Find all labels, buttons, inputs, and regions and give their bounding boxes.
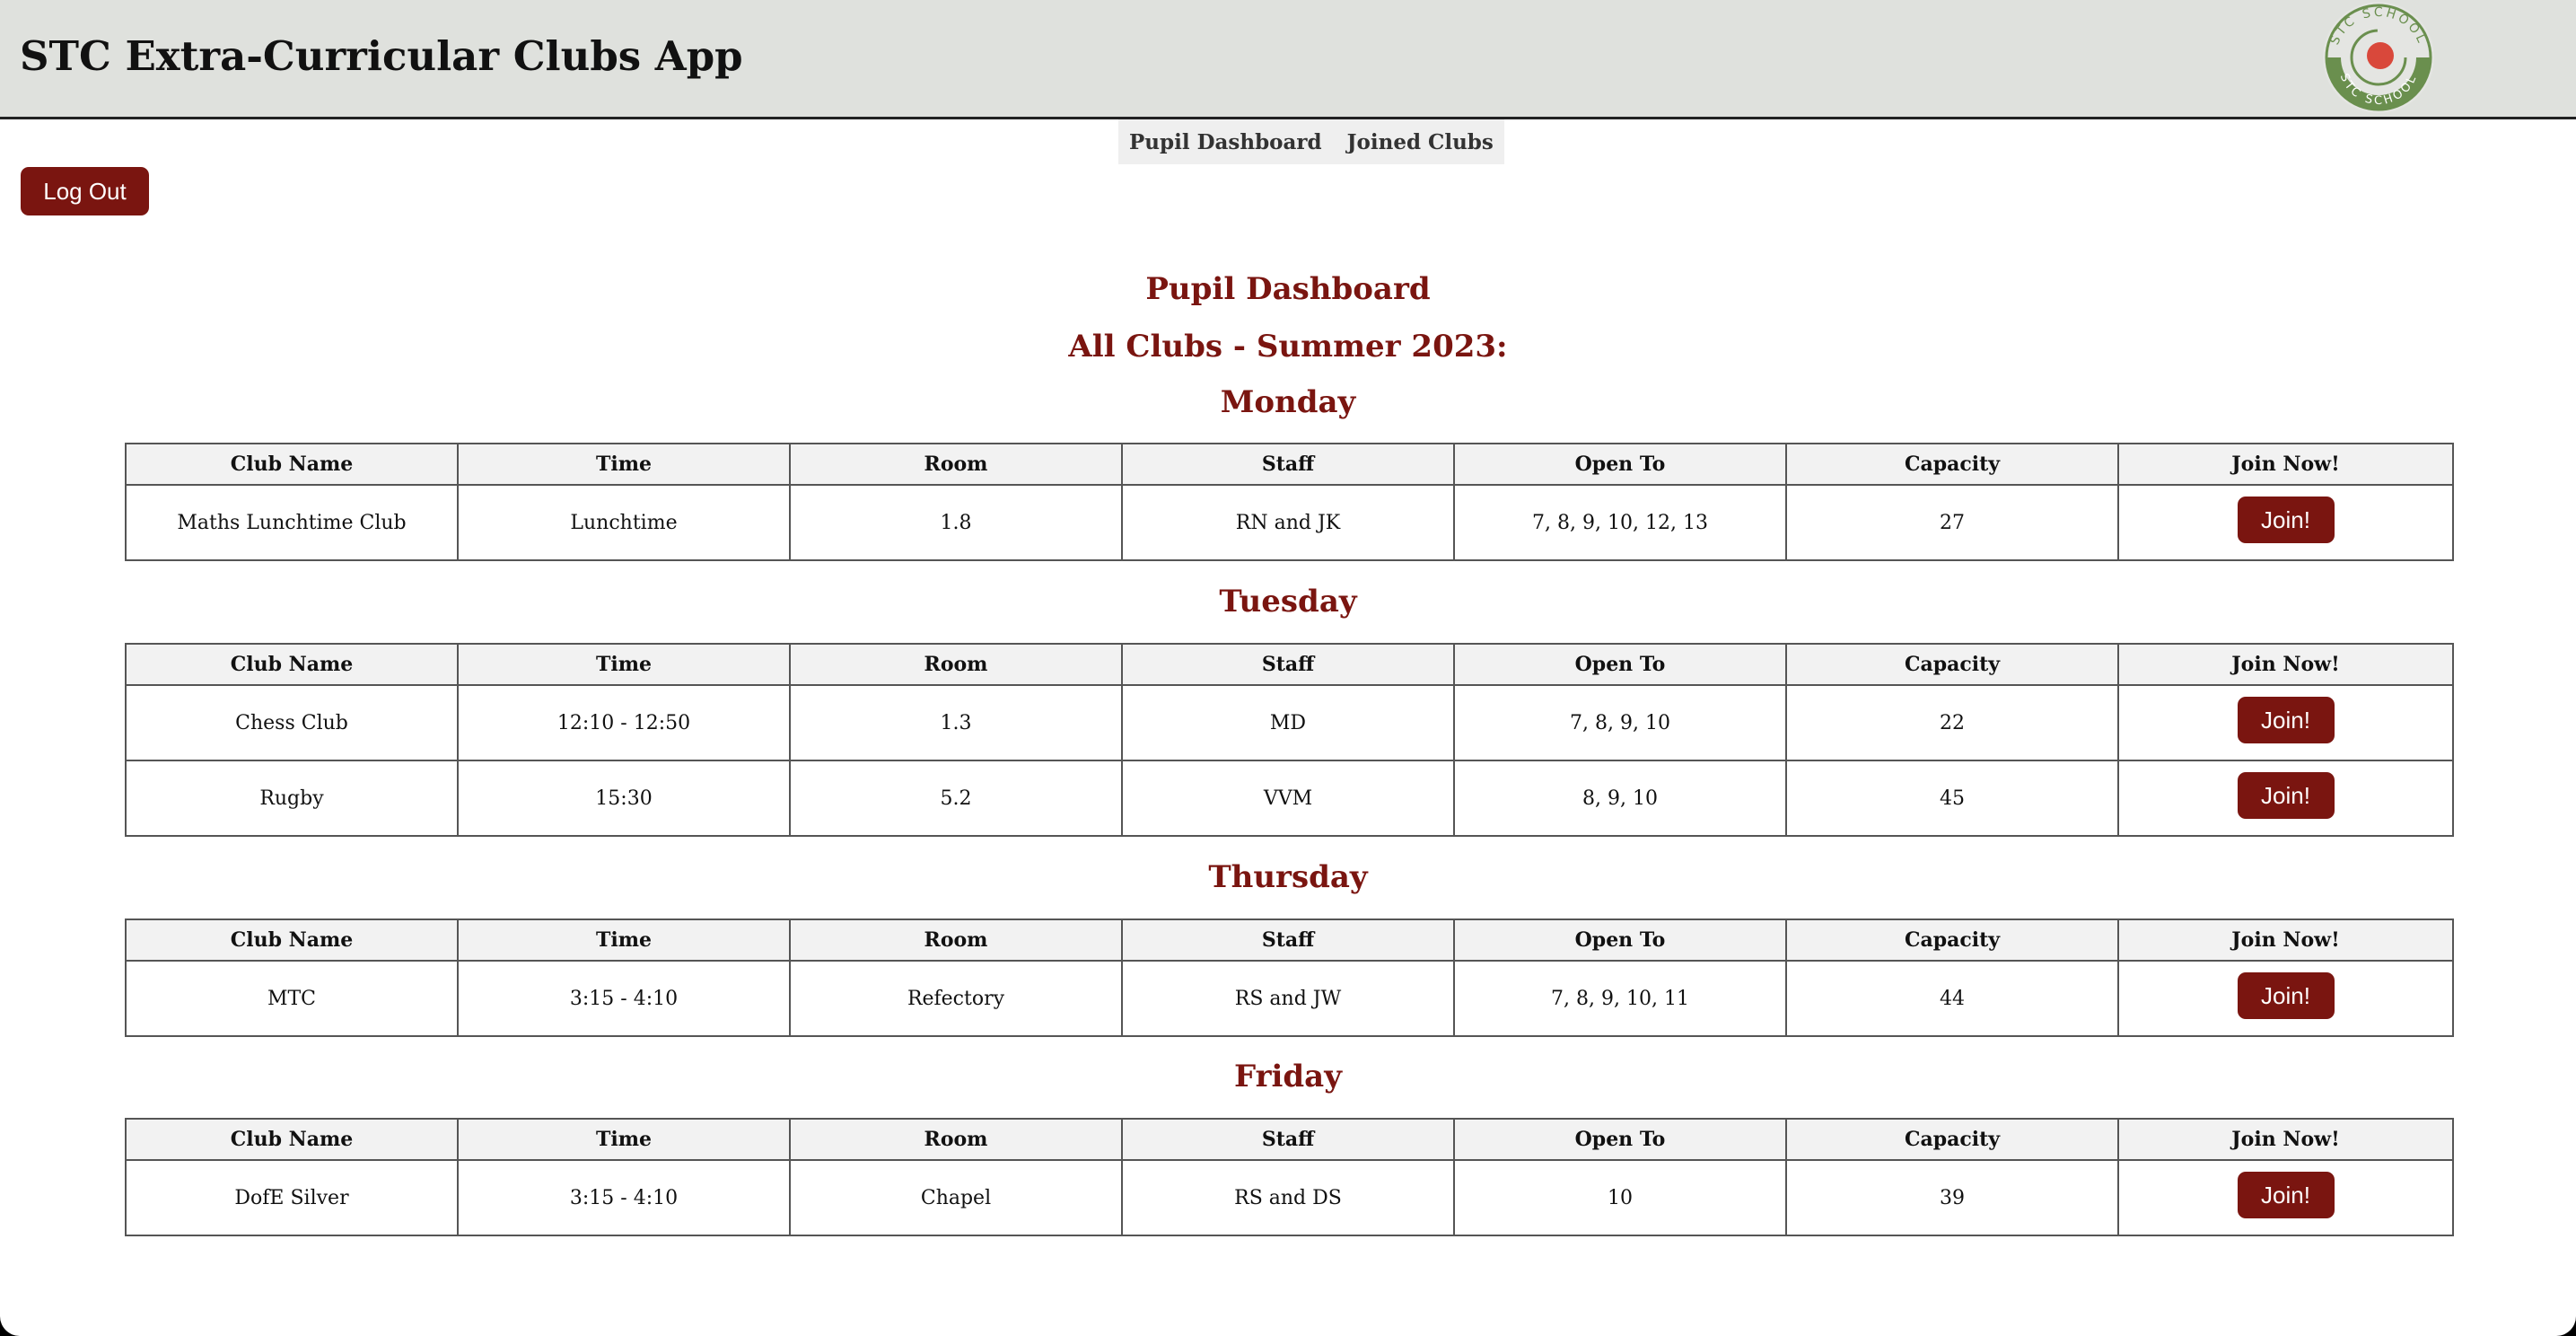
clubs-table-friday: Club Name Time Room Staff Open To Capaci… xyxy=(125,1118,2454,1236)
cell-club-name: Rugby xyxy=(125,760,459,837)
table-header-row: Club Name Time Room Staff Open To Capaci… xyxy=(125,1118,2454,1161)
day-heading-thursday: Thursday xyxy=(1208,859,1368,895)
cell-club-name: DofE Silver xyxy=(125,1159,459,1236)
cell-join: Join! xyxy=(2117,1159,2454,1236)
column-header-open-to: Open To xyxy=(1453,643,1787,686)
column-header-capacity: Capacity xyxy=(1785,918,2119,962)
table-row: MTC 3:15 - 4:10 Refectory RS and JW 7, 8… xyxy=(125,960,2454,1037)
cell-open-to: 7, 8, 9, 10 xyxy=(1453,684,1787,761)
column-header-staff: Staff xyxy=(1121,443,1455,486)
cell-staff: RS and DS xyxy=(1121,1159,1455,1236)
join-button[interactable]: Join! xyxy=(2237,497,2335,543)
cell-open-to: 7, 8, 9, 10, 12, 13 xyxy=(1453,484,1787,561)
cell-time: 3:15 - 4:10 xyxy=(457,1159,791,1236)
table-header-row: Club Name Time Room Staff Open To Capaci… xyxy=(125,918,2454,962)
column-header-join-now: Join Now! xyxy=(2117,443,2454,486)
cell-open-to: 10 xyxy=(1453,1159,1787,1236)
cell-join: Join! xyxy=(2117,684,2454,761)
day-heading-monday: Monday xyxy=(1220,384,1356,420)
cell-room: 1.8 xyxy=(789,484,1123,561)
cell-time: Lunchtime xyxy=(457,484,791,561)
join-button[interactable]: Join! xyxy=(2237,1172,2335,1218)
cell-capacity: 44 xyxy=(1785,960,2119,1037)
column-header-capacity: Capacity xyxy=(1785,443,2119,486)
column-header-open-to: Open To xyxy=(1453,443,1787,486)
table-row: Rugby 15:30 5.2 VVM 8, 9, 10 45 Join! xyxy=(125,760,2454,837)
column-header-staff: Staff xyxy=(1121,918,1455,962)
cell-room: Refectory xyxy=(789,960,1123,1037)
cell-club-name: MTC xyxy=(125,960,459,1037)
column-header-room: Room xyxy=(789,1118,1123,1161)
cell-club-name: Chess Club xyxy=(125,684,459,761)
cell-join: Join! xyxy=(2117,760,2454,837)
cell-staff: MD xyxy=(1121,684,1455,761)
join-button[interactable]: Join! xyxy=(2237,972,2335,1019)
cell-open-to: 7, 8, 9, 10, 11 xyxy=(1453,960,1787,1037)
column-header-join-now: Join Now! xyxy=(2117,643,2454,686)
cell-staff: VVM xyxy=(1121,760,1455,837)
cell-time: 12:10 - 12:50 xyxy=(457,684,791,761)
column-header-club-name: Club Name xyxy=(125,443,459,486)
column-header-join-now: Join Now! xyxy=(2117,1118,2454,1161)
column-header-room: Room xyxy=(789,443,1123,486)
clubs-table-monday: Club Name Time Room Staff Open To Capaci… xyxy=(125,443,2454,561)
table-row: DofE Silver 3:15 - 4:10 Chapel RS and DS… xyxy=(125,1159,2454,1236)
cell-room: 1.3 xyxy=(789,684,1123,761)
page-subtitle: All Clubs - Summer 2023: xyxy=(1068,329,1508,365)
cell-time: 3:15 - 4:10 xyxy=(457,960,791,1037)
join-button[interactable]: Join! xyxy=(2237,697,2335,743)
column-header-room: Room xyxy=(789,643,1123,686)
logout-button[interactable]: Log Out xyxy=(21,167,149,215)
day-heading-friday: Friday xyxy=(1234,1059,1342,1094)
table-header-row: Club Name Time Room Staff Open To Capaci… xyxy=(125,643,2454,686)
column-header-open-to: Open To xyxy=(1453,1118,1787,1161)
column-header-open-to: Open To xyxy=(1453,918,1787,962)
column-header-time: Time xyxy=(457,918,791,962)
nav-joined-clubs[interactable]: Joined Clubs xyxy=(1347,130,1494,154)
cell-capacity: 22 xyxy=(1785,684,2119,761)
clubs-table-thursday: Club Name Time Room Staff Open To Capaci… xyxy=(125,918,2454,1037)
column-header-time: Time xyxy=(457,443,791,486)
column-header-club-name: Club Name xyxy=(125,643,459,686)
column-header-club-name: Club Name xyxy=(125,918,459,962)
table-header-row: Club Name Time Room Staff Open To Capaci… xyxy=(125,443,2454,486)
cell-join: Join! xyxy=(2117,484,2454,561)
cell-room: Chapel xyxy=(789,1159,1123,1236)
table-row: Chess Club 12:10 - 12:50 1.3 MD 7, 8, 9,… xyxy=(125,684,2454,761)
clubs-table-tuesday: Club Name Time Room Staff Open To Capaci… xyxy=(125,643,2454,837)
school-logo: STC SCHOOL STC SCHOOL xyxy=(2323,2,2434,113)
column-header-capacity: Capacity xyxy=(1785,1118,2119,1161)
cell-time: 15:30 xyxy=(457,760,791,837)
cell-club-name: Maths Lunchtime Club xyxy=(125,484,459,561)
join-button[interactable]: Join! xyxy=(2237,772,2335,819)
column-header-join-now: Join Now! xyxy=(2117,918,2454,962)
cell-room: 5.2 xyxy=(789,760,1123,837)
page-title: Pupil Dashboard xyxy=(1145,271,1431,307)
main-nav: Pupil Dashboard Joined Clubs xyxy=(1118,119,1504,164)
app-header: STC Extra-Curricular Clubs App STC SCHOO… xyxy=(0,0,2576,119)
cell-staff: RS and JW xyxy=(1121,960,1455,1037)
cell-capacity: 27 xyxy=(1785,484,2119,561)
column-header-room: Room xyxy=(789,918,1123,962)
nav-pupil-dashboard[interactable]: Pupil Dashboard xyxy=(1129,130,1322,154)
column-header-club-name: Club Name xyxy=(125,1118,459,1161)
app-title: STC Extra-Curricular Clubs App xyxy=(20,32,743,80)
cell-capacity: 45 xyxy=(1785,760,2119,837)
cell-open-to: 8, 9, 10 xyxy=(1453,760,1787,837)
table-row: Maths Lunchtime Club Lunchtime 1.8 RN an… xyxy=(125,484,2454,561)
column-header-capacity: Capacity xyxy=(1785,643,2119,686)
column-header-staff: Staff xyxy=(1121,643,1455,686)
column-header-time: Time xyxy=(457,643,791,686)
app-page: STC Extra-Curricular Clubs App STC SCHOO… xyxy=(0,0,2576,1336)
cell-staff: RN and JK xyxy=(1121,484,1455,561)
column-header-time: Time xyxy=(457,1118,791,1161)
cell-capacity: 39 xyxy=(1785,1159,2119,1236)
column-header-staff: Staff xyxy=(1121,1118,1455,1161)
day-heading-tuesday: Tuesday xyxy=(1219,584,1357,620)
cell-join: Join! xyxy=(2117,960,2454,1037)
